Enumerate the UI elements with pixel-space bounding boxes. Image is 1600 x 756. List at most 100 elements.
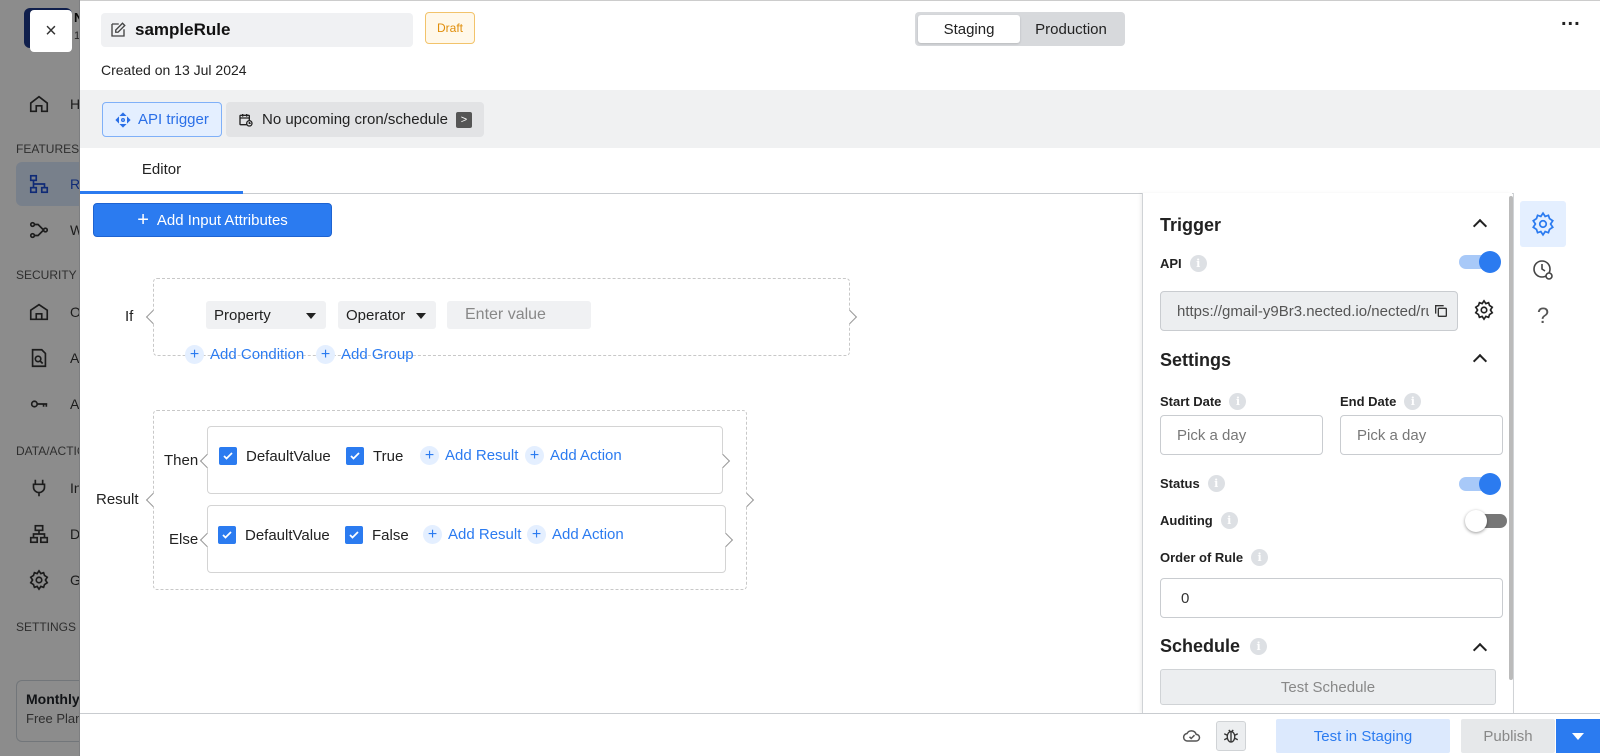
calendar-clock-icon <box>239 113 253 127</box>
env-option-production[interactable]: Production <box>1020 15 1122 43</box>
auditing-label-text: Auditing <box>1160 513 1213 528</box>
order-of-rule-label-text: Order of Rule <box>1160 550 1244 565</box>
more-options-icon[interactable]: ... <box>1561 8 1581 31</box>
order-of-rule-input[interactable]: 0 <box>1160 578 1503 618</box>
modal-overlay[interactable] <box>0 0 80 756</box>
add-action-label: Add Action <box>552 526 624 543</box>
then-add-result-button[interactable]: + Add Result <box>420 446 518 465</box>
chevron-up-icon[interactable] <box>1472 218 1488 234</box>
then-label: Then <box>164 452 199 469</box>
plus-icon: + <box>420 446 439 465</box>
start-date-label: Start Date i <box>1160 393 1247 410</box>
plus-icon: + <box>316 345 335 364</box>
add-group-button[interactable]: + Add Group <box>316 345 414 364</box>
info-icon: i <box>1404 393 1422 410</box>
rule-name-field[interactable]: sampleRule <box>101 13 413 47</box>
chevron-right-icon: > <box>455 111 472 128</box>
operator-select[interactable]: Operator <box>338 301 436 329</box>
env-option-staging[interactable]: Staging <box>918 15 1020 43</box>
add-result-label: Add Result <box>445 447 519 464</box>
chevron-up-icon[interactable] <box>1472 642 1488 658</box>
toggle-knob <box>1479 251 1501 273</box>
status-label: Status i <box>1160 475 1225 492</box>
chevron-up-icon[interactable] <box>1472 353 1488 369</box>
auditing-label: Auditing i <box>1160 512 1238 529</box>
copy-icon[interactable] <box>1433 303 1449 319</box>
plus-icon: + <box>423 525 442 544</box>
info-icon: i <box>1189 255 1207 272</box>
auditing-toggle[interactable] <box>1465 510 1507 532</box>
trigger-bar: API trigger No upcoming cron/schedule > <box>80 90 1600 148</box>
settings-panel: Trigger API i https://gmail-y9Br3.nected… <box>1142 193 1512 713</box>
schedule-section-title: Schedule i <box>1160 636 1268 657</box>
publish-dropdown-button[interactable] <box>1556 719 1600 753</box>
drawer-footer: Test in Staging Publish <box>80 713 1600 756</box>
info-icon: i <box>1220 512 1238 529</box>
close-drawer-button[interactable]: × <box>30 10 72 52</box>
environment-toggle: Staging Production <box>915 12 1125 46</box>
else-default-value-checkbox[interactable]: DefaultValue <box>218 526 330 544</box>
status-badge: Draft <box>425 12 476 44</box>
created-date: Created on 13 Jul 2024 <box>101 62 247 78</box>
caret-down-icon <box>416 313 426 319</box>
else-add-action-button[interactable]: + Add Action <box>527 525 624 544</box>
tab-bar: Editor <box>80 148 1600 194</box>
api-trigger-chip[interactable]: API trigger <box>102 102 222 137</box>
status-toggle[interactable] <box>1459 473 1501 495</box>
info-icon: i <box>1250 638 1268 655</box>
then-value-label: True <box>373 447 404 465</box>
settings-section-title: Settings <box>1160 350 1232 370</box>
plus-icon: + <box>185 345 204 364</box>
rule-drawer: sampleRule Draft Created on 13 Jul 2024 … <box>80 0 1600 756</box>
plus-icon: + <box>525 446 544 465</box>
end-date-picker[interactable]: Pick a day <box>1340 415 1503 455</box>
add-result-label: Add Result <box>448 526 522 543</box>
then-value-checkbox[interactable]: True <box>346 447 403 465</box>
property-select[interactable]: Property <box>206 301 326 329</box>
else-default-value-label: DefaultValue <box>245 526 330 544</box>
help-icon[interactable]: ? <box>1520 293 1566 339</box>
tab-editor[interactable]: Editor <box>80 148 243 194</box>
publish-button[interactable]: Publish <box>1461 719 1555 753</box>
add-group-label: Add Group <box>341 346 414 363</box>
toggle-knob <box>1479 473 1501 495</box>
then-default-value-label: DefaultValue <box>246 447 331 465</box>
info-icon: i <box>1207 475 1225 492</box>
schedule-title-text: Schedule <box>1160 636 1241 656</box>
debug-icon[interactable] <box>1216 721 1246 751</box>
cron-schedule-chip[interactable]: No upcoming cron/schedule > <box>226 102 484 137</box>
info-icon: i <box>1251 549 1269 566</box>
settings-panel-button[interactable] <box>1520 201 1566 247</box>
api-url-field[interactable]: https://gmail-y9Br3.nected.io/nected/ru <box>1160 291 1458 331</box>
start-date-picker[interactable]: Pick a day <box>1160 415 1323 455</box>
then-add-action-button[interactable]: + Add Action <box>525 446 622 465</box>
status-label-text: Status <box>1160 476 1200 491</box>
api-url-text: https://gmail-y9Br3.nected.io/nected/ru <box>1177 302 1429 320</box>
cron-schedule-label: No upcoming cron/schedule <box>262 111 448 128</box>
start-date-label-text: Start Date <box>1160 394 1222 409</box>
add-condition-button[interactable]: + Add Condition <box>185 345 304 364</box>
else-add-result-button[interactable]: + Add Result <box>423 525 521 544</box>
cloud-sync-icon[interactable] <box>1177 721 1207 751</box>
plus-icon: + <box>137 209 149 231</box>
panel-icon-strip: ? <box>1513 193 1600 713</box>
api-settings-gear-icon[interactable] <box>1473 299 1495 321</box>
test-in-staging-button[interactable]: Test in Staging <box>1276 719 1450 753</box>
condition-value-input[interactable] <box>447 301 591 329</box>
api-toggle[interactable] <box>1459 251 1501 273</box>
add-input-attributes-button[interactable]: + Add Input Attributes <box>93 203 332 237</box>
add-input-attributes-label: Add Input Attributes <box>156 211 288 229</box>
order-of-rule-label: Order of Rule i <box>1160 549 1269 566</box>
add-action-label: Add Action <box>550 447 622 464</box>
add-condition-label: Add Condition <box>210 346 305 363</box>
then-default-value-checkbox[interactable]: DefaultValue <box>219 447 331 465</box>
checkbox-checked-icon <box>219 447 237 465</box>
end-date-label-text: End Date <box>1340 394 1397 409</box>
toggle-knob <box>1465 510 1487 532</box>
history-settings-button[interactable] <box>1520 247 1566 293</box>
caret-down-icon <box>1572 732 1584 740</box>
else-label: Else <box>169 531 199 548</box>
else-value-checkbox[interactable]: False <box>345 526 409 544</box>
clock-gear-icon <box>1533 260 1553 280</box>
test-schedule-button[interactable]: Test Schedule <box>1160 669 1496 705</box>
